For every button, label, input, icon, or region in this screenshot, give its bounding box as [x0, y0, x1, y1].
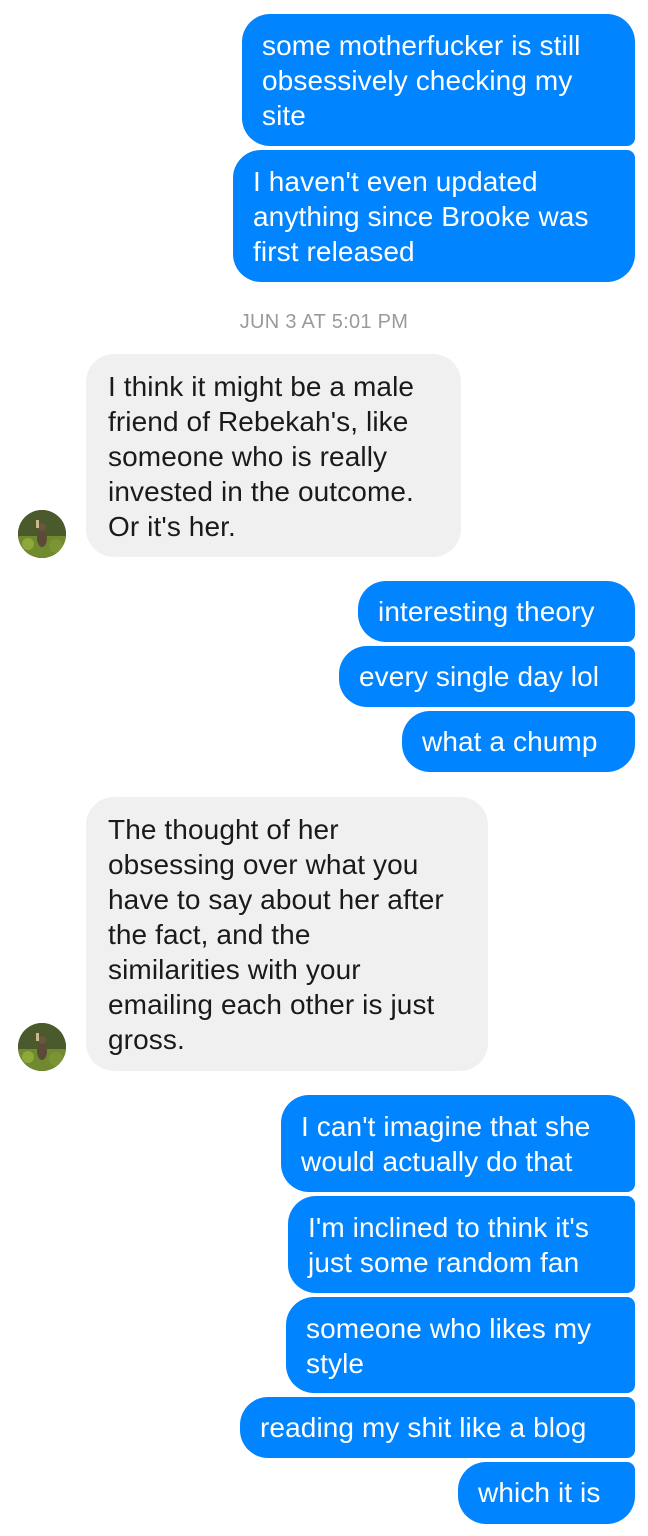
contact-avatar-icon[interactable]	[18, 1023, 66, 1071]
sent-message-bubble[interactable]: which it is	[458, 1462, 635, 1524]
received-message-bubble[interactable]: The thought of her obsessing over what y…	[86, 797, 488, 1071]
sent-message-bubble[interactable]: interesting theory	[358, 581, 635, 642]
conversation-timestamp: JUN 3 AT 5:01 PM	[239, 311, 409, 333]
sent-message-bubble[interactable]: reading my shit like a blog	[240, 1397, 635, 1458]
received-message-bubble[interactable]: I think it might be a male friend of Reb…	[86, 354, 461, 557]
contact-avatar-icon[interactable]	[18, 510, 66, 558]
avatar-photo-icon	[18, 1023, 66, 1071]
avatar-photo-icon	[18, 510, 66, 558]
sent-message-bubble[interactable]: I haven't even updated anything since Br…	[233, 150, 635, 282]
sent-message-bubble[interactable]: I can't imagine that she would actually …	[281, 1095, 635, 1192]
sent-message-bubble[interactable]: some motherfucker is still obsessively c…	[242, 14, 635, 146]
sent-message-bubble[interactable]: every single day lol	[339, 646, 635, 707]
sent-message-bubble[interactable]: someone who likes my style	[286, 1297, 635, 1393]
sent-message-bubble[interactable]: I'm inclined to think it's just some ran…	[288, 1196, 635, 1293]
sent-message-bubble[interactable]: what a chump	[402, 711, 635, 772]
